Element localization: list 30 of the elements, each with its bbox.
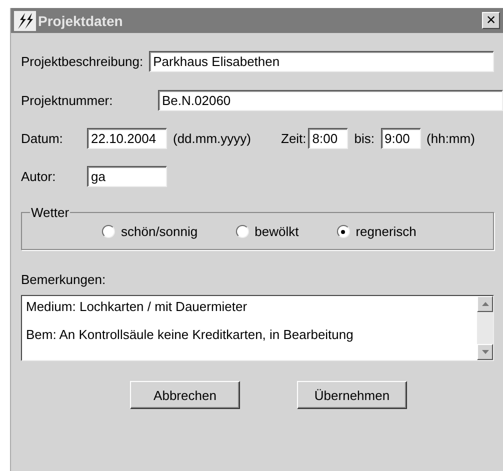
format-hint: (hh:mm)	[426, 131, 475, 146]
format-hint: (dd.mm.yyyy)	[173, 131, 251, 146]
window-title: Projektdaten	[38, 12, 124, 28]
lightning-logo-icon	[14, 10, 36, 30]
field-label: Bemerkungen:	[21, 272, 107, 287]
scrollbar[interactable]	[477, 296, 493, 360]
close-button[interactable]: ×	[482, 12, 500, 29]
end-time-field[interactable]: 9:00	[380, 128, 421, 149]
project-number-field[interactable]: Be.N.02060	[158, 90, 503, 111]
dialog-button[interactable]: Abbrechen	[130, 381, 240, 409]
radio-option[interactable]: bewölkt	[236, 224, 299, 239]
author-field[interactable]: ga	[87, 166, 167, 187]
field-label: Zeit:	[281, 131, 306, 146]
scroll-up-icon	[482, 302, 488, 306]
start-time-field[interactable]: 8:00	[308, 128, 348, 149]
remarks-field[interactable]: Medium: Lochkarten / mit Dauermieter Bem: An Kontrollsäule keine Kreditkarten, in Bearbeitung	[21, 295, 494, 361]
field-label: bis:	[354, 131, 375, 146]
group-label: Wetter	[30, 205, 70, 220]
field-label: Projektnummer:	[21, 93, 114, 108]
dialog-button[interactable]: Übernehmen	[297, 381, 407, 409]
remarks-line: Medium: Lochkarten / mit Dauermieter	[26, 299, 248, 314]
remarks-line: Bem: An Kontrollsäule keine Kreditkarten, in Bearbeitung	[26, 327, 354, 342]
description-field[interactable]: Parkhaus Elisabethen	[149, 51, 494, 72]
radio-option[interactable]: regnerisch	[336, 224, 416, 239]
field-label: Projektbeschreibung:	[21, 54, 144, 69]
scroll-down-icon	[482, 350, 488, 354]
field-label: Autor:	[21, 169, 57, 184]
date-field[interactable]: 22.10.2004	[87, 128, 167, 149]
field-label: Datum:	[21, 131, 64, 146]
radio-option[interactable]: schön/sonnig	[102, 224, 198, 239]
